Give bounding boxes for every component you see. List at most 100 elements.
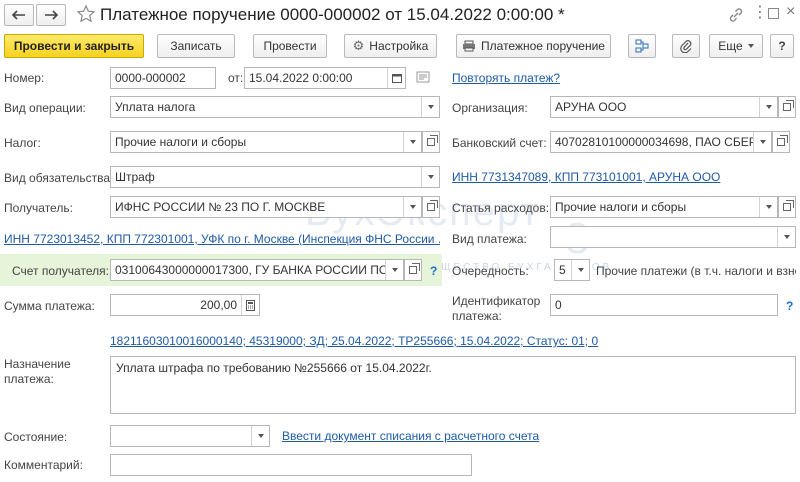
organization-label: Организация: [452, 101, 528, 115]
structure-button[interactable] [628, 34, 656, 58]
write-button[interactable]: Записать [157, 34, 235, 58]
tax-requisites-link[interactable]: 18211603010016000140; 45319000; ЗД; 25.0… [110, 334, 598, 348]
payment-type-select[interactable] [550, 226, 796, 248]
recipient-dropdown[interactable] [403, 197, 421, 217]
organization-inn-link[interactable]: ИНН 7731347089, КПП 773101001, АРУНА ООО [452, 170, 720, 184]
calculator-icon [246, 299, 255, 311]
chevron-down-icon [577, 268, 584, 272]
tax-select[interactable]: Прочие налоги и сборы [110, 131, 422, 153]
more-button-label: Еще [718, 39, 743, 53]
amount-value: 200,00 [200, 298, 237, 312]
chevron-down-icon [409, 205, 416, 209]
repeat-payment-link[interactable]: Повторять платеж? [452, 71, 560, 85]
settings-button-label: Настройка [369, 39, 429, 53]
more-menu-icon[interactable]: ⋮ [752, 5, 768, 21]
identifier-field[interactable]: 0 [550, 294, 778, 316]
tax-dropdown[interactable] [403, 132, 421, 152]
help-button[interactable]: ? [770, 34, 794, 58]
maximize-icon[interactable] [768, 8, 779, 19]
priority-select[interactable]: 5 [554, 259, 590, 281]
close-icon[interactable]: × [786, 4, 795, 20]
number-label: Номер: [4, 71, 45, 85]
recipient-select[interactable]: ИФНС РОССИИ № 23 ПО Г. МОСКВЕ [110, 196, 422, 218]
open-window-icon [783, 200, 794, 211]
obligation-type-value: Штраф [115, 170, 155, 184]
number-field[interactable]: 0000-000002 [110, 67, 216, 89]
organization-open-button[interactable] [778, 96, 796, 118]
chevron-down-icon [427, 175, 434, 179]
comment-label: Комментарий: [4, 458, 83, 472]
organization-select[interactable]: АРУНА ООО [550, 96, 778, 118]
link-icon[interactable] [728, 7, 744, 26]
bank-account-dropdown[interactable] [753, 132, 771, 152]
calendar-button[interactable] [387, 68, 405, 88]
expense-item-dropdown[interactable] [759, 197, 777, 217]
create-write-off-link[interactable]: Ввести документ списания с расчетного сч… [282, 429, 539, 443]
recipient-inn-link[interactable]: ИНН 7723013452, КПП 772301001, УФК по г.… [4, 232, 440, 246]
purpose-textarea[interactable]: Уплата штрафа по требованию №255666 от 1… [110, 356, 796, 414]
state-select[interactable] [110, 425, 270, 447]
priority-description: Прочие платежи (в т.ч. налоги и взносы) [596, 264, 796, 278]
date-field[interactable]: 15.04.2022 0:00:00 [244, 67, 406, 89]
operation-type-label: Вид операции: [4, 101, 86, 115]
bank-account-select[interactable]: 40702810100000034698, ПАО СБЕРБАНК [550, 131, 772, 153]
organization-dropdown[interactable] [759, 97, 777, 117]
tax-open-button[interactable] [422, 131, 440, 153]
expense-item-open-button[interactable] [778, 196, 796, 218]
recipient-label: Получатель: [4, 201, 73, 215]
operation-type-select[interactable]: Уплата налога [110, 96, 440, 118]
window-title: Платежное поручение 0000-000002 от 15.04… [100, 5, 565, 24]
chevron-down-icon [391, 268, 398, 272]
recipient-account-open-button[interactable] [404, 259, 422, 281]
open-window-icon [427, 200, 438, 211]
bank-account-open-button[interactable] [772, 131, 790, 153]
operation-type-value: Уплата налога [115, 100, 196, 114]
identifier-value: 0 [555, 298, 562, 312]
more-button[interactable]: Еще [709, 34, 763, 58]
expense-item-select[interactable]: Прочие налоги и сборы [550, 196, 778, 218]
forward-button[interactable] [36, 4, 66, 26]
open-window-icon [409, 263, 420, 274]
printer-icon [463, 40, 476, 52]
chevron-down-icon [765, 205, 772, 209]
recipient-account-dropdown[interactable] [385, 260, 403, 280]
state-dropdown[interactable] [251, 426, 269, 446]
recipient-account-help-icon[interactable]: ? [430, 264, 437, 278]
document-structure-icon [635, 39, 649, 53]
attachments-button[interactable] [672, 34, 700, 58]
recipient-open-button[interactable] [422, 196, 440, 218]
priority-value: 5 [559, 263, 566, 277]
number-value: 0000-000002 [115, 71, 186, 85]
back-button[interactable] [4, 4, 34, 26]
amount-field[interactable]: 200,00 [110, 294, 260, 316]
favorite-star-icon[interactable] [76, 4, 96, 27]
identifier-label-line1: Идентификатор [452, 294, 541, 308]
calculator-button[interactable] [241, 295, 259, 315]
priority-label: Очередность: [452, 264, 529, 278]
obligation-type-dropdown[interactable] [421, 167, 439, 187]
print-payment-order-button[interactable]: Платежное поручение [456, 34, 611, 58]
open-window-icon [427, 135, 438, 146]
open-window-icon [783, 100, 794, 111]
identifier-help-icon[interactable]: ? [786, 299, 793, 313]
document-comment-icon[interactable] [416, 71, 430, 86]
expense-item-value: Прочие налоги и сборы [555, 200, 687, 214]
purpose-label-line1: Назначение [4, 357, 71, 371]
obligation-type-select[interactable]: Штраф [110, 166, 440, 188]
bank-account-value: 40702810100000034698, ПАО СБЕРБАНК [555, 135, 753, 149]
post-and-close-button[interactable]: Провести и закрыть [4, 34, 144, 58]
post-button[interactable]: Провести [253, 34, 327, 58]
arrow-left-icon [12, 10, 25, 20]
comment-field[interactable] [110, 454, 472, 476]
paperclip-icon [680, 40, 692, 53]
recipient-account-select[interactable]: 03100643000000017300, ГУ БАНКА РОССИИ ПО… [110, 259, 404, 281]
recipient-account-value: 03100643000000017300, ГУ БАНКА РОССИИ ПО… [115, 263, 385, 277]
chevron-down-icon [747, 44, 754, 48]
payment-type-dropdown[interactable] [777, 227, 795, 247]
chevron-down-icon [765, 105, 772, 109]
calendar-icon [391, 74, 402, 83]
priority-dropdown[interactable] [571, 260, 589, 280]
settings-button[interactable]: ⚙ Настройка [344, 34, 437, 58]
identifier-label-line2: платежа: [452, 309, 502, 323]
operation-type-dropdown[interactable] [421, 97, 439, 117]
